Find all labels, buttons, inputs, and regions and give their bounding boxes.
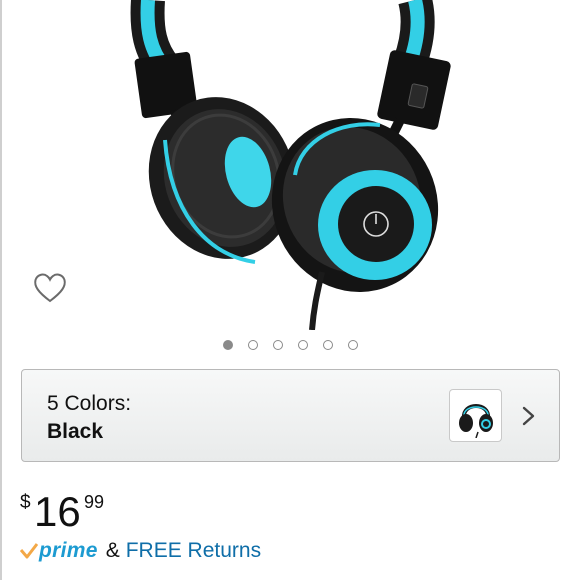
prime-logo: prime <box>20 539 98 563</box>
wishlist-button[interactable] <box>30 268 70 308</box>
prime-check-icon <box>20 543 38 559</box>
variant-count-label: 5 Colors: <box>47 392 132 415</box>
gallery-dot-4[interactable] <box>298 340 308 350</box>
image-gallery-dots <box>0 340 580 350</box>
chevron-right-icon <box>520 405 538 427</box>
headphones-thumbnail-image <box>458 403 493 438</box>
connector-text: & <box>105 539 120 562</box>
variant-thumbnail[interactable] <box>449 389 502 442</box>
price-currency-symbol: $ <box>20 492 31 513</box>
free-returns-link[interactable]: FREE Returns <box>126 539 261 563</box>
selected-color-label: Black <box>47 420 104 443</box>
product-image[interactable] <box>0 0 580 330</box>
price-whole: 16 <box>34 488 81 535</box>
gallery-dot-2[interactable] <box>248 340 258 350</box>
heart-outline-icon <box>34 273 66 303</box>
gallery-dot-3[interactable] <box>273 340 283 350</box>
gallery-dot-6[interactable] <box>348 340 358 350</box>
headphones-illustration <box>130 0 451 330</box>
gallery-dot-5[interactable] <box>323 340 333 350</box>
prime-text: prime <box>39 539 98 562</box>
color-variant-selector[interactable]: 5 Colors: Black <box>21 369 560 462</box>
gallery-dot-1[interactable] <box>223 340 233 350</box>
shipping-info: prime & FREE Returns <box>20 539 261 569</box>
price-fraction: 99 <box>84 492 105 512</box>
